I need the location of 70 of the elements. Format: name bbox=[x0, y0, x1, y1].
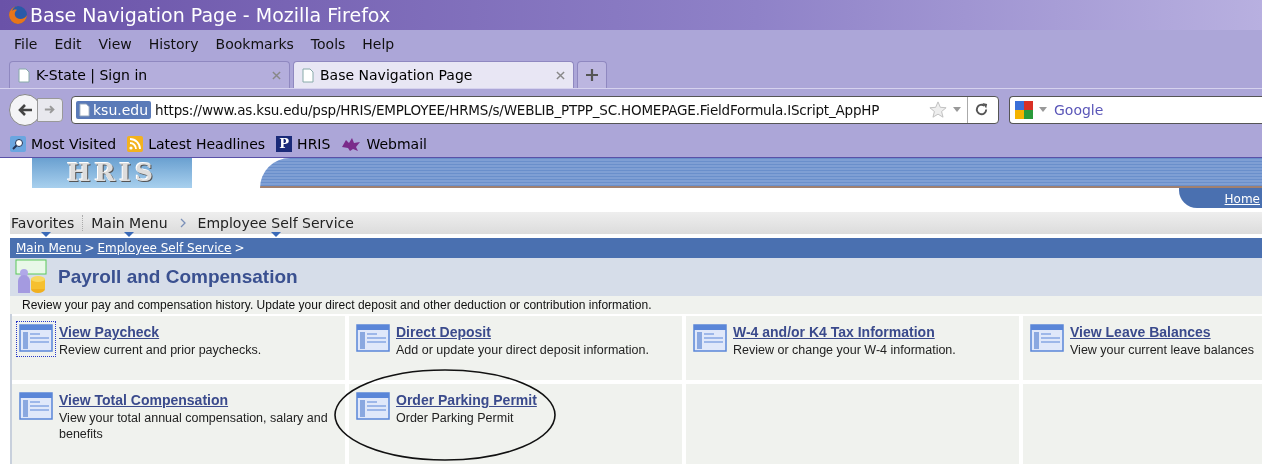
tile-description: Review current and prior paychecks. bbox=[59, 342, 262, 358]
tile-link[interactable]: Order Parking Permit bbox=[396, 392, 537, 408]
tab-label: K-State | Sign in bbox=[36, 67, 149, 83]
bookmark-label: HRIS bbox=[297, 135, 331, 152]
menu-item[interactable]: Bookmarks bbox=[215, 36, 294, 52]
dropdown-icon[interactable] bbox=[953, 107, 962, 112]
breadcrumb-separator: > bbox=[84, 241, 95, 255]
site-badge[interactable]: ksu.edu bbox=[76, 100, 152, 119]
menu-item[interactable]: Help bbox=[362, 36, 395, 52]
bookmark-label: Latest Headlines bbox=[148, 135, 266, 152]
page-title: Payroll and Compensation bbox=[58, 266, 298, 288]
bookmark-label: Webmail bbox=[366, 135, 427, 152]
page-icon bbox=[79, 102, 90, 117]
page-icon bbox=[18, 67, 30, 83]
close-icon[interactable] bbox=[272, 70, 281, 80]
menu-item[interactable]: Tools bbox=[310, 36, 346, 52]
menu-item[interactable]: View bbox=[98, 36, 132, 52]
site-domain: ksu.edu bbox=[93, 101, 149, 118]
star-icon[interactable] bbox=[929, 100, 948, 119]
nav-menu[interactable]: Favorites bbox=[10, 215, 84, 231]
menu-item[interactable]: Edit bbox=[54, 36, 82, 52]
tile-description: View your current leave balances bbox=[1070, 342, 1254, 358]
magnifier-icon bbox=[10, 135, 26, 152]
forward-arrow-icon bbox=[44, 104, 56, 115]
hris-logo: HRIS bbox=[32, 158, 192, 188]
plus-icon bbox=[586, 69, 598, 81]
tile-description: Review or change your W-4 information. bbox=[733, 342, 956, 358]
dropdown-icon[interactable] bbox=[1039, 107, 1047, 112]
page-description: Review your pay and compensation history. Update your direct deposit and other deduction or contribution information. bbox=[10, 296, 1262, 314]
breadcrumb-link[interactable]: Employee Self Service bbox=[97, 241, 232, 255]
tile-link[interactable]: Direct Deposit bbox=[396, 324, 649, 340]
wildcat-icon bbox=[341, 136, 362, 151]
page-icon bbox=[302, 67, 314, 83]
bookmark-label: Most Visited bbox=[31, 135, 117, 152]
address-bar[interactable]: ksu.edu https://www.as.ksu.edu/psp/HRIS/EMPLOYEE/HRMS/s/WEBLIB_PTPP_SC.HOMEPAGE.FieldFormula.IScript_AppHP bbox=[71, 95, 999, 124]
bookmark-link[interactable]: Webmail bbox=[341, 135, 427, 152]
url-text: https://www.as.ksu.edu/psp/HRIS/EMPLOYEE/HRMS/s/WEBLIB_PTPP_SC.HOMEPAGE.FieldFormula.IScript_AppHP bbox=[155, 101, 881, 118]
feed-icon bbox=[127, 135, 144, 152]
tile-description: Order Parking Permit bbox=[396, 410, 515, 426]
chevron-icon bbox=[179, 218, 186, 228]
browser-tab[interactable]: Base Navigation Page bbox=[293, 61, 574, 88]
bookmark-link[interactable]: Most Visited bbox=[10, 135, 117, 152]
tile-link[interactable]: W-4 and/or K4 Tax Information bbox=[733, 324, 956, 340]
bookmark-link[interactable]: Latest Headlines bbox=[127, 135, 266, 152]
menu-item[interactable]: History bbox=[148, 36, 199, 52]
search-engine-icon[interactable] bbox=[1014, 99, 1034, 120]
menu-item[interactable]: File bbox=[14, 36, 38, 52]
tile-description: Add or update your direct deposit information. bbox=[396, 342, 649, 358]
tile-link[interactable]: View Total Compensation bbox=[59, 392, 345, 408]
tab-label: Base Navigation Page bbox=[320, 67, 474, 83]
tile-link[interactable]: View Leave Balances bbox=[1070, 324, 1254, 340]
browser-tab[interactable]: K-State | Sign in bbox=[9, 61, 290, 88]
reload-icon bbox=[973, 102, 989, 117]
breadcrumb-link[interactable]: Main Menu bbox=[16, 241, 82, 255]
breadcrumb-separator: > bbox=[234, 241, 245, 255]
search-field[interactable]: Google bbox=[1052, 100, 1206, 119]
bookmark-logo: P bbox=[276, 135, 293, 152]
window-title: Base Navigation Page - Mozilla Firefox bbox=[30, 4, 391, 26]
nav-menu[interactable]: Employee Self Service bbox=[189, 215, 362, 231]
firefox-icon bbox=[8, 5, 28, 25]
new-tab-button[interactable] bbox=[577, 61, 607, 88]
nav-menu[interactable]: Main Menu bbox=[83, 215, 176, 231]
home-link[interactable]: Home bbox=[1178, 188, 1262, 208]
search-box[interactable]: Google bbox=[1009, 95, 1262, 124]
tile-link[interactable]: View Paycheck bbox=[59, 324, 262, 340]
back-arrow-icon bbox=[17, 102, 33, 117]
tile-description: View your total annual compensation, salary and benefits bbox=[59, 410, 329, 442]
bookmark-link[interactable]: P HRIS bbox=[276, 135, 331, 152]
person-coins-icon bbox=[14, 259, 50, 295]
close-icon[interactable] bbox=[556, 70, 565, 80]
